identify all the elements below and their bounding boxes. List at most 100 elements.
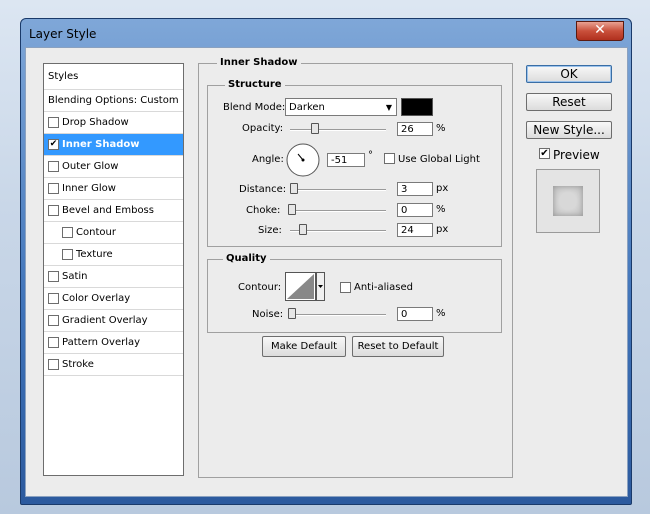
style-item-label: Contour: [76, 227, 116, 238]
opacity-unit: %: [436, 123, 446, 134]
size-unit: px: [436, 224, 449, 235]
style-item-checkbox[interactable]: [48, 205, 59, 216]
quality-title: Quality: [223, 253, 270, 264]
style-item-checkbox[interactable]: [48, 183, 59, 194]
style-item-label: Outer Glow: [62, 161, 119, 172]
noise-slider-thumb[interactable]: [288, 308, 296, 319]
distance-field[interactable]: 3: [397, 182, 433, 196]
style-item-label: Satin: [62, 271, 88, 282]
blending-options-item[interactable]: Blending Options: Custom: [44, 90, 183, 112]
style-item-texture[interactable]: Texture: [44, 244, 183, 266]
choke-label: Choke:: [246, 205, 281, 216]
style-item-outer-glow[interactable]: Outer Glow: [44, 156, 183, 178]
style-item-checkbox[interactable]: [48, 293, 59, 304]
style-item-label: Inner Glow: [62, 183, 116, 194]
section-title: Inner Shadow: [217, 57, 301, 68]
preview-checkbox[interactable]: ✔: [539, 148, 550, 159]
opacity-slider-track[interactable]: [290, 129, 386, 131]
distance-slider-thumb[interactable]: [290, 183, 298, 194]
anti-aliased-checkbox[interactable]: [340, 282, 351, 293]
angle-field[interactable]: -51: [327, 153, 365, 167]
new-style-button[interactable]: New Style...: [526, 121, 612, 139]
quality-group: [207, 259, 502, 333]
blend-mode-label: Blend Mode:: [223, 102, 286, 113]
opacity-slider-thumb[interactable]: [311, 123, 319, 134]
preview-swatch: [536, 169, 600, 233]
distance-slider-track[interactable]: [290, 189, 386, 191]
style-item-satin[interactable]: Satin: [44, 266, 183, 288]
anti-aliased-label: Anti-aliased: [354, 282, 414, 293]
style-item-pattern-overlay[interactable]: Pattern Overlay: [44, 332, 183, 354]
check-icon: ✔: [540, 148, 549, 159]
structure-title: Structure: [225, 79, 285, 90]
style-item-checkbox[interactable]: [48, 315, 59, 326]
style-item-checkbox[interactable]: [62, 227, 73, 238]
preview-label: Preview: [553, 148, 600, 162]
noise-slider-track[interactable]: [290, 314, 386, 316]
styles-header[interactable]: Styles: [44, 64, 183, 90]
noise-unit: %: [436, 308, 446, 319]
styles-header-label: Styles: [48, 71, 79, 82]
angle-dial[interactable]: [285, 142, 321, 178]
style-item-label: Gradient Overlay: [62, 315, 148, 326]
size-slider-thumb[interactable]: [299, 224, 307, 235]
style-item-checkbox[interactable]: [48, 271, 59, 282]
style-item-color-overlay[interactable]: Color Overlay: [44, 288, 183, 310]
angle-label: Angle:: [252, 154, 284, 165]
contour-label: Contour:: [238, 282, 282, 293]
opacity-field[interactable]: 26: [397, 122, 433, 136]
angle-unit: °: [368, 150, 373, 161]
style-item-gradient-overlay[interactable]: Gradient Overlay: [44, 310, 183, 332]
choke-unit: %: [436, 204, 446, 215]
choke-field[interactable]: 0: [397, 203, 433, 217]
dialog-frame: Layer Style ✕ Styles Blending Options: C…: [20, 18, 632, 505]
style-item-label: Inner Shadow: [62, 139, 140, 150]
style-item-label: Color Overlay: [62, 293, 131, 304]
style-item-checkbox[interactable]: [62, 249, 73, 260]
style-item-inner-shadow[interactable]: ✔ Inner Shadow: [44, 134, 183, 156]
style-item-label: Texture: [76, 249, 113, 260]
choke-slider-thumb[interactable]: [288, 204, 296, 215]
style-item-inner-glow[interactable]: Inner Glow: [44, 178, 183, 200]
contour-picker[interactable]: [285, 272, 325, 302]
chevron-down-icon: ▼: [385, 103, 392, 112]
global-light-label: Use Global Light: [398, 154, 480, 165]
close-button[interactable]: ✕: [576, 21, 624, 41]
style-item-label: Stroke: [62, 359, 94, 370]
window-background: Layer Style ✕ Styles Blending Options: C…: [0, 0, 650, 514]
reset-button[interactable]: Reset: [526, 93, 612, 111]
size-field[interactable]: 24: [397, 223, 433, 237]
ok-button[interactable]: OK: [526, 65, 612, 83]
style-item-drop-shadow[interactable]: Drop Shadow: [44, 112, 183, 134]
style-item-checkbox[interactable]: ✔: [48, 139, 59, 150]
check-icon: ✔: [49, 139, 58, 149]
reset-to-default-button[interactable]: Reset to Default: [352, 336, 444, 357]
blend-mode-value: Darken: [289, 102, 325, 113]
style-item-checkbox[interactable]: [48, 117, 59, 128]
global-light-checkbox[interactable]: [384, 153, 395, 164]
close-icon: ✕: [594, 22, 606, 38]
dialog-client: Styles Blending Options: Custom Drop Sha…: [25, 47, 628, 497]
style-item-label: Pattern Overlay: [62, 337, 141, 348]
size-label: Size:: [258, 225, 282, 236]
style-item-checkbox[interactable]: [48, 337, 59, 348]
opacity-label: Opacity:: [242, 123, 284, 134]
styles-panel: Styles Blending Options: Custom Drop Sha…: [43, 63, 184, 476]
window-title: Layer Style: [29, 27, 97, 41]
style-item-label: Drop Shadow: [62, 117, 129, 128]
choke-slider-track[interactable]: [290, 210, 386, 212]
distance-label: Distance:: [239, 184, 287, 195]
shadow-color-swatch[interactable]: [401, 98, 433, 116]
blending-options-label: Blending Options: Custom: [48, 95, 179, 106]
style-item-checkbox[interactable]: [48, 161, 59, 172]
blend-mode-select[interactable]: Darken ▼: [285, 98, 397, 116]
style-item-checkbox[interactable]: [48, 359, 59, 370]
style-item-contour[interactable]: Contour: [44, 222, 183, 244]
style-item-bevel-and-emboss[interactable]: Bevel and Emboss: [44, 200, 183, 222]
noise-field[interactable]: 0: [397, 307, 433, 321]
style-item-stroke[interactable]: Stroke: [44, 354, 183, 376]
distance-unit: px: [436, 183, 449, 194]
make-default-button[interactable]: Make Default: [262, 336, 346, 357]
style-item-label: Bevel and Emboss: [62, 205, 154, 216]
noise-label: Noise:: [252, 309, 284, 320]
